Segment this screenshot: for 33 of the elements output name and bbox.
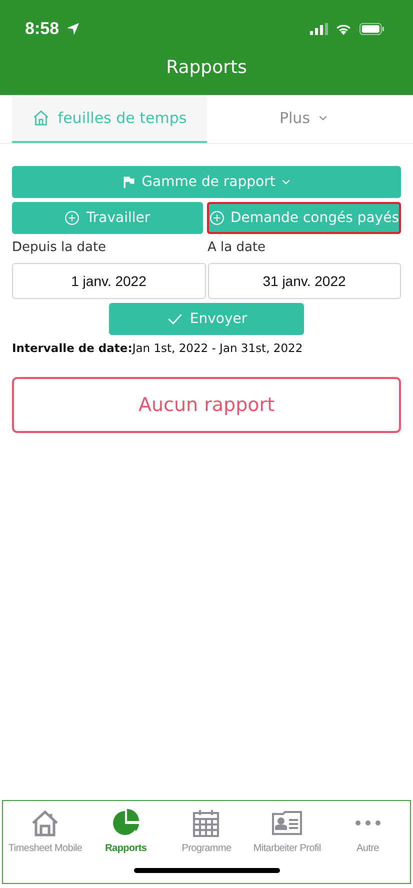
- tab-bar-item[interactable]: Mitarbeiter Profil: [246, 801, 328, 854]
- pie-chart-icon: [110, 808, 141, 838]
- home-icon: [32, 109, 50, 127]
- page-title: Rapports: [166, 57, 247, 78]
- report-range-button[interactable]: Gamme de rapport: [12, 166, 401, 198]
- battery-icon: [359, 23, 385, 35]
- caret-icon: [281, 177, 292, 187]
- field-label: Depuis la date: [12, 240, 106, 255]
- plus-circle-icon: [64, 210, 80, 226]
- action-button[interactable]: Demande congés payés: [206, 202, 401, 234]
- caret-icon: [318, 113, 328, 123]
- wifi-icon: [335, 23, 352, 35]
- empty-message: Aucun rapport: [12, 377, 401, 433]
- tab-bar-item[interactable]: Rapports: [86, 801, 166, 854]
- action-button[interactable]: Travailler: [12, 202, 203, 234]
- field-label: A la date: [208, 240, 266, 255]
- tab-bar-item[interactable]: Autre: [327, 801, 408, 854]
- flag-icon: [122, 175, 136, 189]
- send-button[interactable]: Envoyer: [109, 303, 304, 335]
- date-field[interactable]: 31 janv. 2022: [208, 263, 401, 299]
- location-arrow-icon: [66, 22, 80, 36]
- plus-circle-icon: [208, 210, 225, 226]
- calendar-icon: [191, 808, 222, 838]
- tab-bar-item[interactable]: Programme: [166, 801, 247, 854]
- id-card-icon: [271, 808, 304, 838]
- status-time: 8:58: [25, 19, 60, 39]
- date-field[interactable]: 1 janv. 2022: [12, 263, 206, 299]
- tab-bar-item[interactable]: Timesheet Mobile: [5, 801, 86, 854]
- signal-icon: [310, 23, 328, 35]
- more-icon: [352, 818, 383, 828]
- house-icon: [30, 808, 60, 838]
- tab[interactable]: feuilles de temps: [12, 95, 206, 143]
- date-interval-text: Intervalle de date:Jan 1st, 2022 - Jan 31st, 2022: [12, 341, 304, 355]
